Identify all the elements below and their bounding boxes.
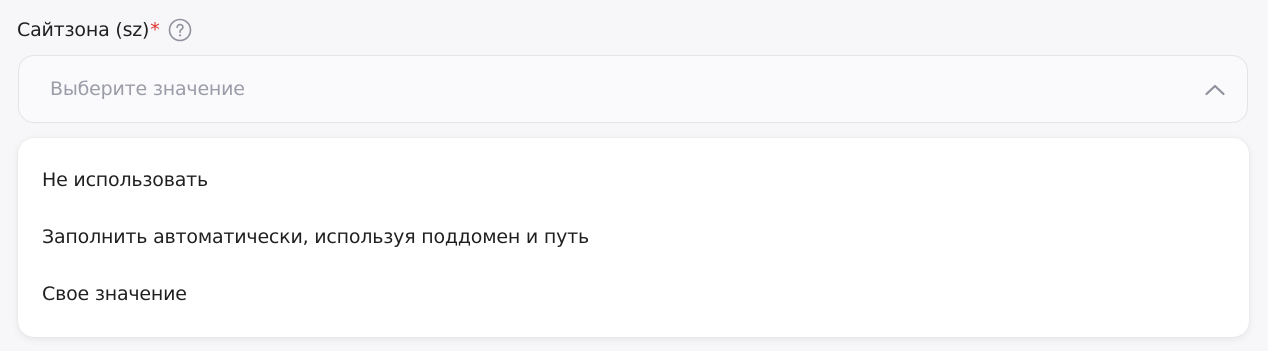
field-label-row: Сайтзона (sz) * (17, 17, 193, 43)
select-placeholder: Выберите значение (50, 78, 245, 100)
question-circle-icon[interactable] (167, 17, 193, 43)
option-do-not-use[interactable]: Не использовать (18, 151, 1249, 208)
option-fill-automatically[interactable]: Заполнить автоматически, используя поддо… (18, 208, 1249, 265)
option-custom-value[interactable]: Свое значение (18, 265, 1249, 322)
required-marker: * (150, 19, 160, 41)
chevron-up-icon[interactable] (1203, 78, 1227, 102)
sitezone-select[interactable]: Выберите значение (18, 55, 1248, 123)
dropdown-menu: Не использовать Заполнить автоматически,… (18, 138, 1249, 337)
field-label: Сайтзона (sz) (17, 19, 150, 41)
